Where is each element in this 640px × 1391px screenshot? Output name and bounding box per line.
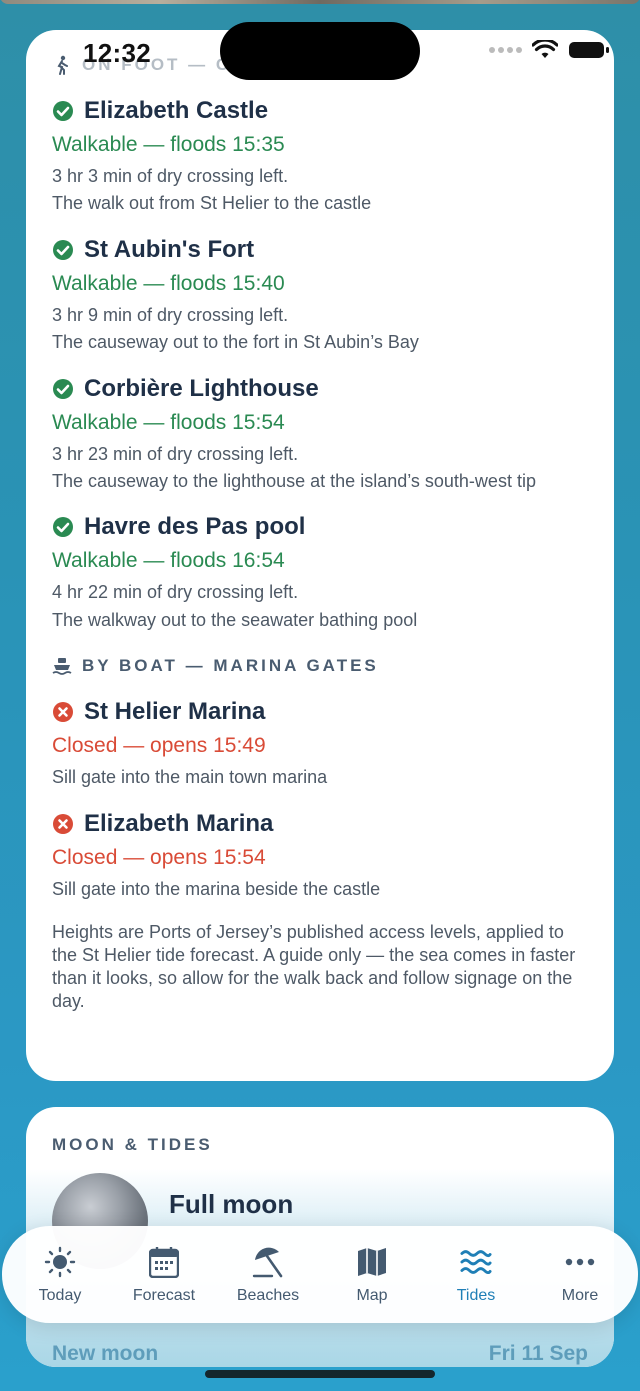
access-card: ON FOOT — CAUSEWAYS Elizabeth Castle Wal… [26, 30, 614, 1081]
tab-label: More [561, 1286, 599, 1304]
next-moon-date: Fri 11 Sep [488, 1342, 588, 1365]
check-circle-icon [52, 378, 74, 400]
marina-item[interactable]: Elizabeth Marina Closed — opens 15:54 Si… [52, 810, 588, 901]
crossing-item[interactable]: Elizabeth Castle Walkable — floods 15:35… [52, 97, 588, 216]
crossing-status: Walkable — floods 15:54 [52, 410, 285, 434]
marina-status: Closed — opens 15:54 [52, 845, 266, 869]
access-footnote: Heights are Ports of Jersey’s published … [52, 921, 576, 1011]
status-time: 12:32 [83, 38, 151, 68]
tab-label: Today [38, 1286, 82, 1304]
by-boat-header: BY BOAT — MARINA GATES [52, 656, 588, 676]
signal-dots-icon [489, 47, 522, 53]
check-circle-icon [52, 516, 74, 538]
by-boat-header-label: BY BOAT — MARINA GATES [82, 656, 379, 676]
boat-icon [52, 656, 72, 676]
marina-status: Closed — opens 15:49 [52, 734, 266, 758]
tab-beaches[interactable]: Beaches [218, 1245, 318, 1305]
tab-label: Map [356, 1286, 388, 1304]
crossing-time-left: 3 hr 23 min of dry crossing left. [52, 443, 299, 464]
marina-description: Sill gate into the marina beside the cas… [52, 878, 381, 899]
walking-icon [52, 55, 72, 75]
crossing-title: Havre des Pas pool [84, 513, 306, 541]
moon-tides-header: MOON & TIDES [52, 1135, 213, 1154]
crossing-status: Walkable — floods 15:35 [52, 133, 285, 156]
wifi-icon [532, 40, 558, 58]
crossing-description: The walkway out to the seawater bathing … [52, 609, 418, 630]
next-moon-row: New moon Fri 11 Sep [52, 1342, 588, 1366]
check-circle-icon [52, 100, 74, 122]
next-moon-label: New moon [52, 1342, 159, 1365]
tab-label: Tides [456, 1286, 496, 1304]
marina-item[interactable]: St Helier Marina Closed — opens 15:49 Si… [52, 698, 588, 789]
tab-today[interactable]: Today [10, 1245, 110, 1305]
tab-label: Beaches [236, 1286, 300, 1304]
crossing-title: Elizabeth Castle [84, 97, 269, 124]
moon-phase: Full moon [169, 1189, 294, 1219]
x-circle-icon [52, 701, 74, 723]
crossing-description: The causeway to the lighthouse at the is… [52, 470, 536, 491]
dynamic-island [220, 22, 420, 80]
crossing-item[interactable]: Havre des Pas pool Walkable — floods 16:… [52, 513, 588, 632]
more-icon [564, 1245, 596, 1279]
x-circle-icon [52, 813, 74, 835]
status-icons [488, 40, 610, 60]
crossing-description: The causeway out to the fort in St Aubin… [52, 332, 419, 353]
crossing-title: Corbière Lighthouse [84, 374, 319, 402]
crossing-time-left: 3 hr 9 min of dry crossing left. [52, 304, 289, 325]
check-circle-icon [52, 239, 74, 261]
crossing-time-left: 4 hr 22 min of dry crossing left. [52, 582, 299, 603]
crossing-item[interactable]: Corbière Lighthouse Walkable — floods 15… [52, 375, 588, 494]
home-indicator[interactable] [205, 1370, 435, 1378]
marina-title: Elizabeth Marina [84, 809, 274, 837]
sun-icon [44, 1245, 76, 1279]
umbrella-icon [252, 1245, 284, 1279]
battery-icon [569, 42, 609, 58]
tab-label: Forecast [132, 1286, 196, 1304]
crossing-item[interactable]: St Aubin's Fort Walkable — floods 15:40 … [52, 236, 588, 355]
calendar-icon [148, 1245, 180, 1279]
tab-more[interactable]: More [530, 1245, 630, 1305]
crossing-time-left: 3 hr 3 min of dry crossing left. [52, 166, 289, 186]
crossing-status: Walkable — floods 16:54 [52, 549, 285, 573]
tab-map[interactable]: Map [322, 1245, 422, 1305]
marina-title: St Helier Marina [84, 698, 266, 726]
crossing-title: St Aubin's Fort [84, 235, 255, 263]
tab-tides[interactable]: Tides [426, 1245, 526, 1305]
tab-forecast[interactable]: Forecast [114, 1245, 214, 1305]
waves-icon [460, 1245, 492, 1279]
map-icon [356, 1245, 388, 1279]
marina-description: Sill gate into the main town marina [52, 767, 328, 788]
crossing-description: The walk out from St Helier to the castl… [52, 193, 372, 214]
tab-bar: Today Forecast Beaches Map Tides More [2, 1226, 638, 1323]
header-photo-strip [0, 0, 640, 4]
crossing-status: Walkable — floods 15:40 [52, 271, 285, 295]
